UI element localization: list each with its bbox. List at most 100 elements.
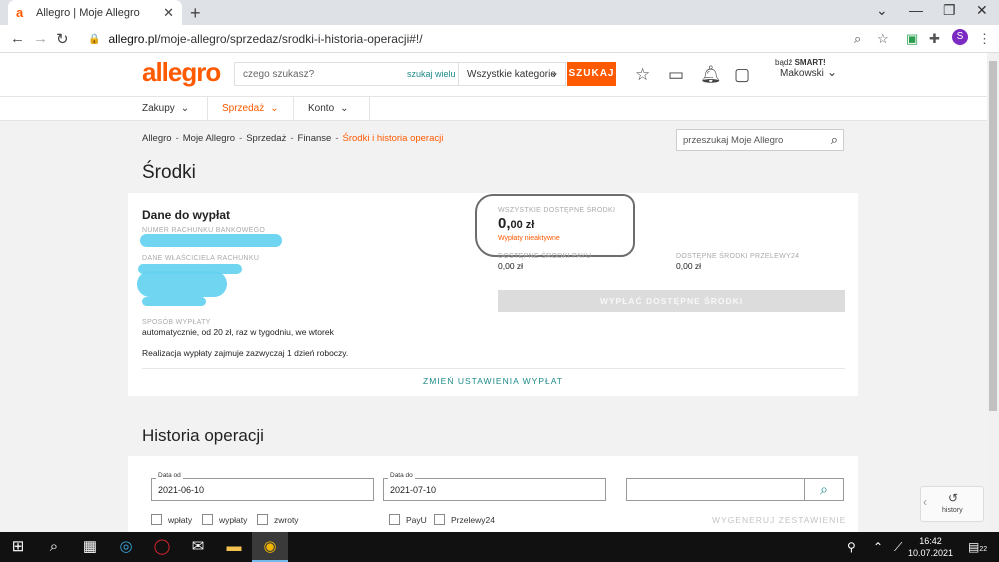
messages-icon[interactable]: ▭ <box>668 65 684 85</box>
forward-icon[interactable]: → <box>33 30 48 47</box>
page-scrollbar[interactable] <box>987 53 999 532</box>
edge-icon[interactable]: ◎ <box>108 532 144 562</box>
reload-icon[interactable]: ↻ <box>56 30 69 48</box>
date-to-input[interactable]: 2021-07-10 <box>383 478 606 501</box>
checkbox-wyplaty[interactable]: wypłaty <box>202 514 247 525</box>
store-icon[interactable]: ▦ <box>72 532 108 562</box>
chrome-icon[interactable]: ◉ <box>252 532 288 562</box>
breadcrumb-separator: - <box>175 133 179 144</box>
breadcrumb-sprzedaz[interactable]: Sprzedaż <box>246 133 286 144</box>
windows-start-icon[interactable]: ⊞ <box>0 532 36 562</box>
watched-star-icon[interactable]: ☆ <box>635 65 650 85</box>
tab-title: Allegro | Moje Allegro <box>36 6 140 19</box>
checkbox-payu[interactable]: PayU <box>389 514 427 525</box>
checkbox-przelewy24[interactable]: Przelewy24 <box>434 514 495 525</box>
breadcrumb: Allegro - Moje Allegro - Sprzedaż - Fina… <box>142 133 443 144</box>
sub-navigation: Zakupy ⌄ Sprzedaż ⌄ Konto ⌄ <box>0 97 987 121</box>
extensions-puzzle-icon[interactable]: ✚ <box>929 31 940 47</box>
url-host: allegro.pl <box>108 32 158 46</box>
tab-search-icon[interactable]: ⌄ <box>876 2 888 19</box>
new-tab-icon[interactable]: + <box>190 3 201 24</box>
back-icon[interactable]: ← <box>10 30 25 47</box>
chevron-down-icon: ⌄ <box>340 103 349 114</box>
page-title: Środki <box>142 162 196 183</box>
url-field[interactable]: 🔒 allegro.pl/moje-allegro/sprzedaz/srodk… <box>78 28 898 50</box>
my-allegro-search-input[interactable]: przeszukaj Moje Allegro ⌕ <box>676 129 844 151</box>
breadcrumb-separator: - <box>239 133 243 144</box>
system-clock[interactable]: 16:42 10.07.2021 <box>908 535 953 559</box>
checkbox-label: wypłaty <box>219 514 248 525</box>
mail-icon[interactable]: ✉ <box>180 532 216 562</box>
breadcrumb-moje-allegro[interactable]: Moje Allegro <box>183 133 235 144</box>
history-search-input[interactable] <box>626 478 805 501</box>
search-icon[interactable]: ⌕ <box>36 532 72 562</box>
history-search-button[interactable]: ⌕ <box>805 478 844 501</box>
p24-funds-label: DOSTĘPNE ŚRODKI PRZELEWY24 <box>676 253 800 260</box>
windows-taskbar: ⊞ ⌕ ▦ ◎ ◯ ✉ ▬ ◉ ⚲ ⌃ ⟋ 16:42 10.07.2021 ▤… <box>0 532 999 562</box>
breadcrumb-separator: - <box>335 133 339 144</box>
user-name[interactable]: Makowski <box>780 68 824 79</box>
chevron-up-icon[interactable]: ⌃ <box>873 540 883 554</box>
clock-time: 16:42 <box>919 536 942 546</box>
opera-icon[interactable]: ◯ <box>144 532 180 562</box>
search-icon[interactable]: ⌕ <box>831 132 838 148</box>
browser-tab[interactable]: a Allegro | Moje Allegro ✕ <box>8 0 182 25</box>
history-widget[interactable]: ‹ ↺ history <box>920 486 984 522</box>
allegro-favicon-icon: a <box>16 4 24 20</box>
url-path: /moje-allegro/sprzedaz/srodki-i-historia… <box>157 32 423 46</box>
chevron-down-icon: ⌄ <box>270 103 279 114</box>
allegro-logo[interactable]: allegro <box>142 57 221 88</box>
redacted-owner-address <box>137 271 227 297</box>
search-button[interactable]: SZUKAJ <box>567 62 616 86</box>
people-icon[interactable]: ⚲ <box>847 540 856 554</box>
redacted-owner-city <box>142 297 206 306</box>
notifications-bell-icon[interactable]: 🔔︎ <box>700 65 722 85</box>
network-icon[interactable]: ⟋ <box>894 540 902 555</box>
site-header: allegro czego szukasz? szukaj wielu Wszy… <box>0 53 987 97</box>
funds-card: Dane do wypłat NUMER RACHUNKU BANKOWEGO … <box>128 193 858 396</box>
subnav-sprzedaz[interactable]: Sprzedaż ⌄ <box>208 97 294 121</box>
chevron-down-icon: ⌄ <box>549 67 559 79</box>
payouts-inactive-note: Wypłaty nieaktywne <box>498 235 560 242</box>
extension-shield-icon[interactable]: ▣ <box>906 31 918 47</box>
checkbox-box <box>257 514 268 525</box>
breadcrumb-allegro[interactable]: Allegro <box>142 133 172 144</box>
checkbox-zwroty[interactable]: zwroty <box>257 514 299 525</box>
profile-avatar[interactable]: S <box>952 29 968 45</box>
notifications-icon[interactable]: ▤22 <box>968 540 987 554</box>
subnav-konto[interactable]: Konto ⌄ <box>294 97 370 121</box>
browser-menu-icon[interactable]: ⋮ <box>978 31 991 47</box>
payout-funds-button[interactable]: WYPŁAĆ DOSTĘPNE ŚRODKI <box>498 290 845 312</box>
chevron-left-icon[interactable]: ‹ <box>923 495 927 509</box>
maximize-icon[interactable]: ❐ <box>943 2 956 19</box>
date-from-input[interactable]: 2021-06-10 <box>151 478 374 501</box>
payout-method-label: SPOSÓB WYPŁATY <box>142 319 211 326</box>
zoom-search-icon[interactable]: ⌕ <box>854 31 861 47</box>
user-chevron-down-icon[interactable]: ⌄ <box>827 65 837 79</box>
subnav-zakupy[interactable]: Zakupy ⌄ <box>128 97 208 121</box>
checkbox-wplaty[interactable]: wpłaty <box>151 514 192 525</box>
minimize-icon[interactable]: — <box>909 2 923 18</box>
close-window-icon[interactable]: ✕ <box>976 2 988 19</box>
notifications-count: 22 <box>979 546 988 553</box>
category-select[interactable]: Wszystkie kategorie ⌄ <box>458 62 566 86</box>
bookmark-star-icon[interactable]: ☆ <box>877 31 889 47</box>
payu-funds-value: 0,00 zł <box>498 261 524 271</box>
checkbox-label: wpłaty <box>168 514 193 525</box>
scrollbar-thumb[interactable] <box>989 61 997 411</box>
account-owner-label: DANE WŁAŚCICIELA RACHUNKU <box>142 255 260 262</box>
file-explorer-icon[interactable]: ▬ <box>216 532 252 562</box>
lock-icon: 🔒 <box>88 33 101 45</box>
search-many-link[interactable]: szukaj wielu <box>407 69 456 79</box>
cart-bag-icon[interactable]: ▢ <box>734 65 750 85</box>
close-tab-icon[interactable]: ✕ <box>163 5 174 21</box>
generate-report-button[interactable]: WYGENERUJ ZESTAWIENIE <box>712 515 846 525</box>
search-icon: ⌕ <box>820 481 828 497</box>
breadcrumb-finanse[interactable]: Finanse <box>298 133 332 144</box>
smart-badge[interactable]: bądź SMART! <box>775 58 826 67</box>
history-clock-icon: ↺ <box>948 491 959 505</box>
checkbox-label: zwroty <box>274 514 299 525</box>
breadcrumb-separator: - <box>290 133 294 144</box>
category-value: Wszystkie kategorie <box>467 69 556 80</box>
change-payout-settings-link[interactable]: ZMIEŃ USTAWIENIA WYPŁAT <box>128 376 858 386</box>
